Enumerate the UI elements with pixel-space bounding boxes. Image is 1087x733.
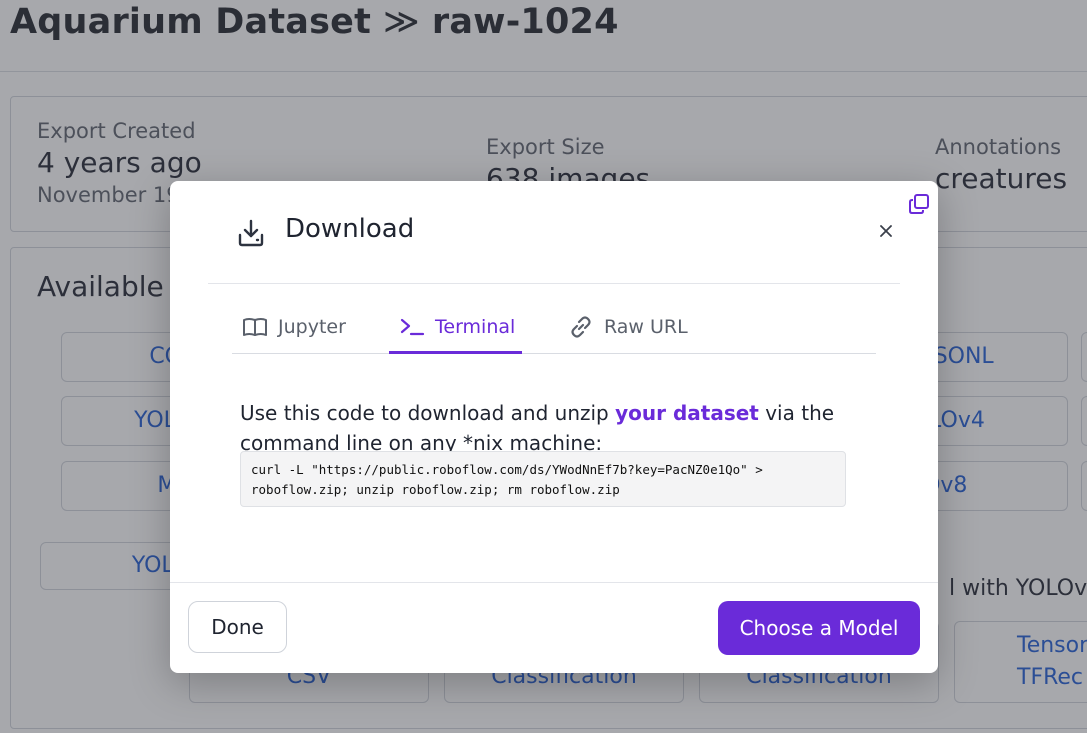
choose-model-button[interactable]: Choose a Model xyxy=(718,601,920,655)
tab-jupyter[interactable]: Jupyter xyxy=(242,301,362,353)
tab-label: Jupyter xyxy=(278,316,346,338)
done-button[interactable]: Done xyxy=(188,601,287,653)
tab-raw-url[interactable]: Raw URL xyxy=(568,301,708,353)
tab-terminal[interactable]: Terminal xyxy=(389,301,522,354)
copy-icon[interactable] xyxy=(908,193,930,215)
your-dataset-link[interactable]: your dataset xyxy=(615,401,759,425)
modal-title: Download xyxy=(285,214,415,244)
book-icon xyxy=(242,314,268,340)
close-icon[interactable] xyxy=(878,223,894,239)
link-icon xyxy=(568,314,594,340)
download-code-block[interactable]: curl -L "https://public.roboflow.com/ds/… xyxy=(240,451,846,507)
code-line: curl -L "https://public.roboflow.com/ds/… xyxy=(251,462,763,477)
download-tabs: Jupyter Terminal Raw URL xyxy=(232,301,876,354)
tab-label: Raw URL xyxy=(604,316,688,338)
download-modal: Download Jupyter Terminal Raw URL Use th… xyxy=(170,181,938,673)
terminal-icon xyxy=(399,314,425,340)
download-instructions: Use this code to download and unzip your… xyxy=(240,401,835,455)
code-line: roboflow.zip; unzip roboflow.zip; rm rob… xyxy=(251,482,620,497)
modal-header: Download xyxy=(170,181,938,281)
footer-divider xyxy=(170,582,938,583)
tab-label: Terminal xyxy=(435,316,516,338)
download-icon xyxy=(236,218,266,248)
header-divider xyxy=(208,283,900,284)
